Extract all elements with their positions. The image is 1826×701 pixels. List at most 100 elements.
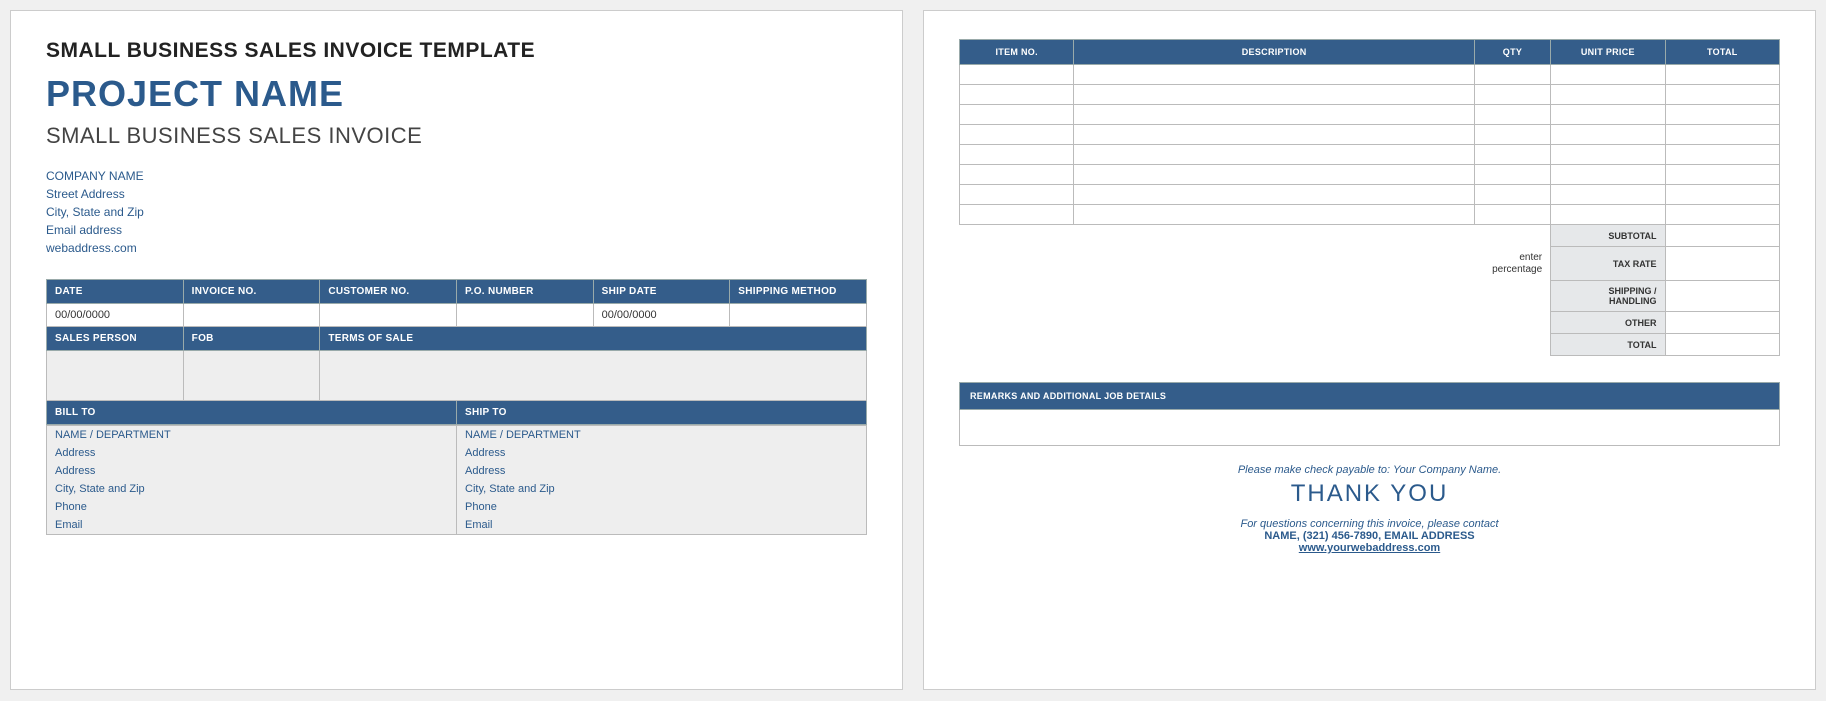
th-unitprice: UNIT PRICE [1551, 40, 1665, 65]
th-customerno: CUSTOMER NO. [320, 280, 457, 304]
company-block: COMPANY NAME Street Address City, State … [46, 167, 867, 257]
item-cell[interactable] [960, 65, 1074, 85]
item-cell[interactable] [1474, 85, 1550, 105]
item-cell[interactable] [960, 205, 1074, 225]
item-cell[interactable] [960, 145, 1074, 165]
footer-block: Please make check payable to: Your Compa… [959, 464, 1780, 554]
td-shipmethod[interactable] [730, 304, 867, 327]
item-cell[interactable] [1474, 65, 1550, 85]
item-cell[interactable] [1474, 185, 1550, 205]
item-cell[interactable] [1074, 125, 1474, 145]
value-subtotal[interactable] [1665, 225, 1779, 247]
item-cell[interactable] [1474, 125, 1550, 145]
billto-line[interactable]: City, State and Zip [47, 480, 457, 498]
td-customerno[interactable] [320, 304, 457, 327]
item-cell[interactable] [1074, 65, 1474, 85]
label-taxrate: TAX RATE [1551, 247, 1665, 281]
shipto-line[interactable]: Email [457, 516, 867, 535]
item-cell[interactable] [1665, 185, 1779, 205]
item-cell[interactable] [1551, 105, 1665, 125]
label-shipping: SHIPPING / HANDLING [1551, 281, 1665, 312]
invoice-page-1: SMALL BUSINESS SALES INVOICE TEMPLATE PR… [10, 10, 903, 690]
item-cell[interactable] [1074, 185, 1474, 205]
address-table: NAME / DEPARTMENTNAME / DEPARTMENT Addre… [46, 425, 867, 535]
item-cell[interactable] [1551, 125, 1665, 145]
shipto-line[interactable]: Phone [457, 498, 867, 516]
item-cell[interactable] [1074, 205, 1474, 225]
remarks-header: REMARKS AND ADDITIONAL JOB DETAILS [959, 382, 1780, 410]
item-cell[interactable] [1074, 145, 1474, 165]
item-cell[interactable] [1551, 165, 1665, 185]
item-cell[interactable] [1474, 165, 1550, 185]
item-cell[interactable] [1551, 65, 1665, 85]
info-table-1: DATE INVOICE NO. CUSTOMER NO. P.O. NUMBE… [46, 279, 867, 425]
td-shipdate[interactable]: 00/00/0000 [593, 304, 730, 327]
value-total[interactable] [1665, 334, 1779, 356]
shipto-line[interactable]: Address [457, 462, 867, 480]
value-taxrate[interactable] [1665, 247, 1779, 281]
label-total: TOTAL [1551, 334, 1665, 356]
th-invoiceno: INVOICE NO. [183, 280, 320, 304]
td-salesperson[interactable] [47, 351, 184, 401]
item-cell[interactable] [1665, 65, 1779, 85]
th-salesperson: SALES PERSON [47, 327, 184, 351]
value-other[interactable] [1665, 312, 1779, 334]
item-cell[interactable] [960, 185, 1074, 205]
item-cell[interactable] [1665, 125, 1779, 145]
remarks-body[interactable] [959, 410, 1780, 446]
th-itemno: ITEM NO. [960, 40, 1074, 65]
item-cell[interactable] [1474, 105, 1550, 125]
billto-line[interactable]: NAME / DEPARTMENT [47, 426, 457, 445]
th-shipdate: SHIP DATE [593, 280, 730, 304]
th-description: DESCRIPTION [1074, 40, 1474, 65]
company-city: City, State and Zip [46, 203, 867, 221]
th-terms: TERMS OF SALE [320, 327, 867, 351]
item-cell[interactable] [960, 125, 1074, 145]
td-invoiceno[interactable] [183, 304, 320, 327]
item-cell[interactable] [960, 85, 1074, 105]
template-title: SMALL BUSINESS SALES INVOICE TEMPLATE [46, 39, 867, 63]
td-fob[interactable] [183, 351, 320, 401]
shipto-line[interactable]: City, State and Zip [457, 480, 867, 498]
item-cell[interactable] [1665, 85, 1779, 105]
project-name: PROJECT NAME [46, 73, 867, 115]
value-shipping[interactable] [1665, 281, 1779, 312]
item-cell[interactable] [1074, 85, 1474, 105]
item-cell[interactable] [1551, 185, 1665, 205]
item-cell[interactable] [960, 105, 1074, 125]
item-cell[interactable] [1474, 205, 1550, 225]
thank-you: THANK YOU [959, 480, 1780, 508]
billto-line[interactable]: Address [47, 462, 457, 480]
contact-line: NAME, (321) 456-7890, EMAIL ADDRESS [959, 530, 1780, 542]
td-ponumber[interactable] [456, 304, 593, 327]
item-cell[interactable] [1665, 145, 1779, 165]
company-street: Street Address [46, 185, 867, 203]
payable-prefix: Please make check payable to: [1238, 464, 1390, 476]
company-web: webaddress.com [46, 239, 867, 257]
td-date[interactable]: 00/00/0000 [47, 304, 184, 327]
invoice-page-2: ITEM NO. DESCRIPTION QTY UNIT PRICE TOTA… [923, 10, 1816, 690]
item-cell[interactable] [1074, 165, 1474, 185]
th-total: TOTAL [1665, 40, 1779, 65]
th-date: DATE [47, 280, 184, 304]
item-cell[interactable] [960, 165, 1074, 185]
shipto-line[interactable]: NAME / DEPARTMENT [457, 426, 867, 445]
items-table: ITEM NO. DESCRIPTION QTY UNIT PRICE TOTA… [959, 39, 1780, 356]
item-cell[interactable] [1665, 105, 1779, 125]
item-cell[interactable] [1074, 105, 1474, 125]
item-cell[interactable] [1474, 145, 1550, 165]
billto-line[interactable]: Phone [47, 498, 457, 516]
web-link[interactable]: www.yourwebaddress.com [1299, 542, 1440, 554]
label-other: OTHER [1551, 312, 1665, 334]
td-terms[interactable] [320, 351, 867, 401]
item-cell[interactable] [1551, 205, 1665, 225]
billto-line[interactable]: Email [47, 516, 457, 535]
th-shipmethod: SHIPPING METHOD [730, 280, 867, 304]
item-cell[interactable] [1665, 165, 1779, 185]
item-cell[interactable] [1665, 205, 1779, 225]
billto-line[interactable]: Address [47, 444, 457, 462]
shipto-line[interactable]: Address [457, 444, 867, 462]
item-cell[interactable] [1551, 85, 1665, 105]
item-cell[interactable] [1551, 145, 1665, 165]
th-fob: FOB [183, 327, 320, 351]
